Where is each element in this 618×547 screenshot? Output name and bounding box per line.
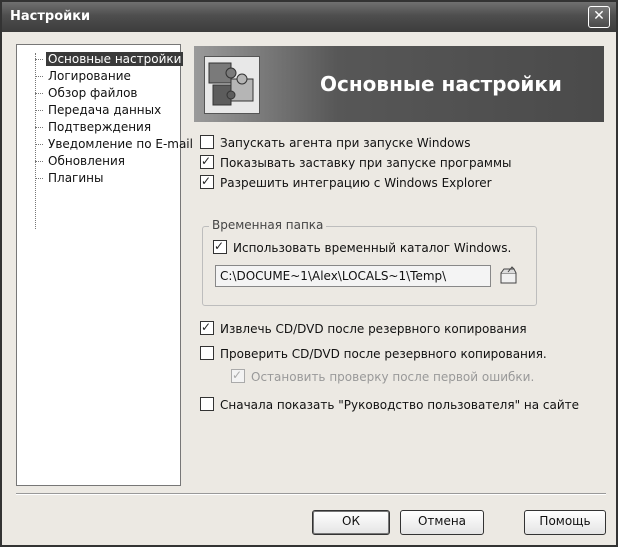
nav-item-label: Основные настройки: [46, 52, 184, 66]
checkbox-label: Извлечь CD/DVD после резервного копирова…: [220, 322, 527, 336]
section-title: Основные настройки: [320, 72, 562, 96]
checkbox-box[interactable]: [200, 318, 214, 336]
checkbox-box[interactable]: [200, 152, 214, 170]
footer-divider: [16, 493, 606, 495]
checkbox-label: Показывать заставку при запуске программ…: [220, 156, 512, 170]
nav-item-label: Уведомление по E-mail: [48, 137, 193, 151]
nav-item-logging[interactable]: Логирование: [35, 68, 133, 85]
checkbox-box[interactable]: [213, 237, 227, 255]
checkbox-label: Использовать временный каталог Windows.: [233, 241, 512, 255]
nav-item-label: Обновления: [48, 154, 126, 168]
checkbox-box[interactable]: [200, 135, 214, 149]
checkbox-label: Запускать агента при запуске Windows: [220, 136, 471, 150]
nav-item-label: Передача данных: [48, 103, 162, 117]
close-icon: ✕: [593, 8, 605, 24]
checkbox-label: Разрешить интеграцию с Windows Explorer: [220, 176, 492, 190]
explorer-integration-checkbox[interactable]: Разрешить интеграцию с Windows Explorer: [200, 172, 492, 192]
nav-item-label: Плагины: [48, 171, 104, 185]
group-title: Временная папка: [209, 218, 327, 232]
nav-item-label: Обзор файлов: [48, 86, 138, 100]
nav-item-confirmations[interactable]: Подтверждения: [35, 119, 153, 136]
use-windows-temp-checkbox[interactable]: Использовать временный каталог Windows.: [213, 237, 512, 257]
checkbox-box[interactable]: [200, 346, 214, 360]
checkbox-label: Остановить проверку после первой ошибки.: [251, 370, 535, 384]
checkbox-label: Сначала показать "Руководство пользовате…: [220, 398, 580, 412]
help-button[interactable]: Помощь: [524, 510, 606, 535]
cancel-button[interactable]: Отмена: [400, 510, 484, 535]
ok-button[interactable]: ОК: [312, 510, 390, 535]
stop-on-error-checkbox: Остановить проверку после первой ошибки.: [231, 366, 535, 386]
verify-cd-checkbox[interactable]: Проверить CD/DVD после резервного копиро…: [200, 345, 547, 363]
nav-item-general[interactable]: Основные настройки: [35, 51, 184, 68]
settings-nav-tree: Основные настройки Логирование Обзор фай…: [16, 44, 193, 486]
temp-folder-group: Временная папка Использовать временный к…: [202, 218, 537, 306]
eject-cd-checkbox[interactable]: Извлечь CD/DVD после резервного копирова…: [200, 318, 527, 338]
nav-item-email[interactable]: Уведомление по E-mail: [35, 136, 195, 153]
puzzle-icon: [204, 56, 260, 114]
checkbox-box[interactable]: [200, 172, 214, 190]
nav-item-updates[interactable]: Обновления: [35, 153, 127, 170]
nav-item-label: Подтверждения: [48, 120, 152, 134]
close-button[interactable]: ✕: [588, 6, 610, 28]
nav-item-plugins[interactable]: Плагины: [35, 170, 105, 187]
nav-item-label: Логирование: [48, 69, 131, 83]
nav-item-data-transfer[interactable]: Передача данных: [35, 102, 163, 119]
temp-path-field[interactable]: [215, 265, 491, 287]
title-bar: Настройки ✕: [2, 2, 616, 32]
checkbox-box: [231, 366, 245, 384]
settings-dialog: Настройки ✕ Основные настройки Логирован…: [0, 0, 618, 547]
folder-browse-icon[interactable]: [499, 266, 519, 286]
show-splash-checkbox[interactable]: Показывать заставку при запуске программ…: [200, 152, 512, 172]
checkbox-label: Проверить CD/DVD после резервного копиро…: [220, 347, 547, 361]
show-guide-checkbox[interactable]: Сначала показать "Руководство пользовате…: [200, 396, 579, 414]
window-title: Настройки: [10, 9, 91, 24]
start-agent-checkbox[interactable]: Запускать агента при запуске Windows: [200, 134, 470, 152]
nav-item-file-browse[interactable]: Обзор файлов: [35, 85, 140, 102]
checkbox-box[interactable]: [200, 397, 214, 411]
section-header: Основные настройки: [194, 46, 604, 122]
